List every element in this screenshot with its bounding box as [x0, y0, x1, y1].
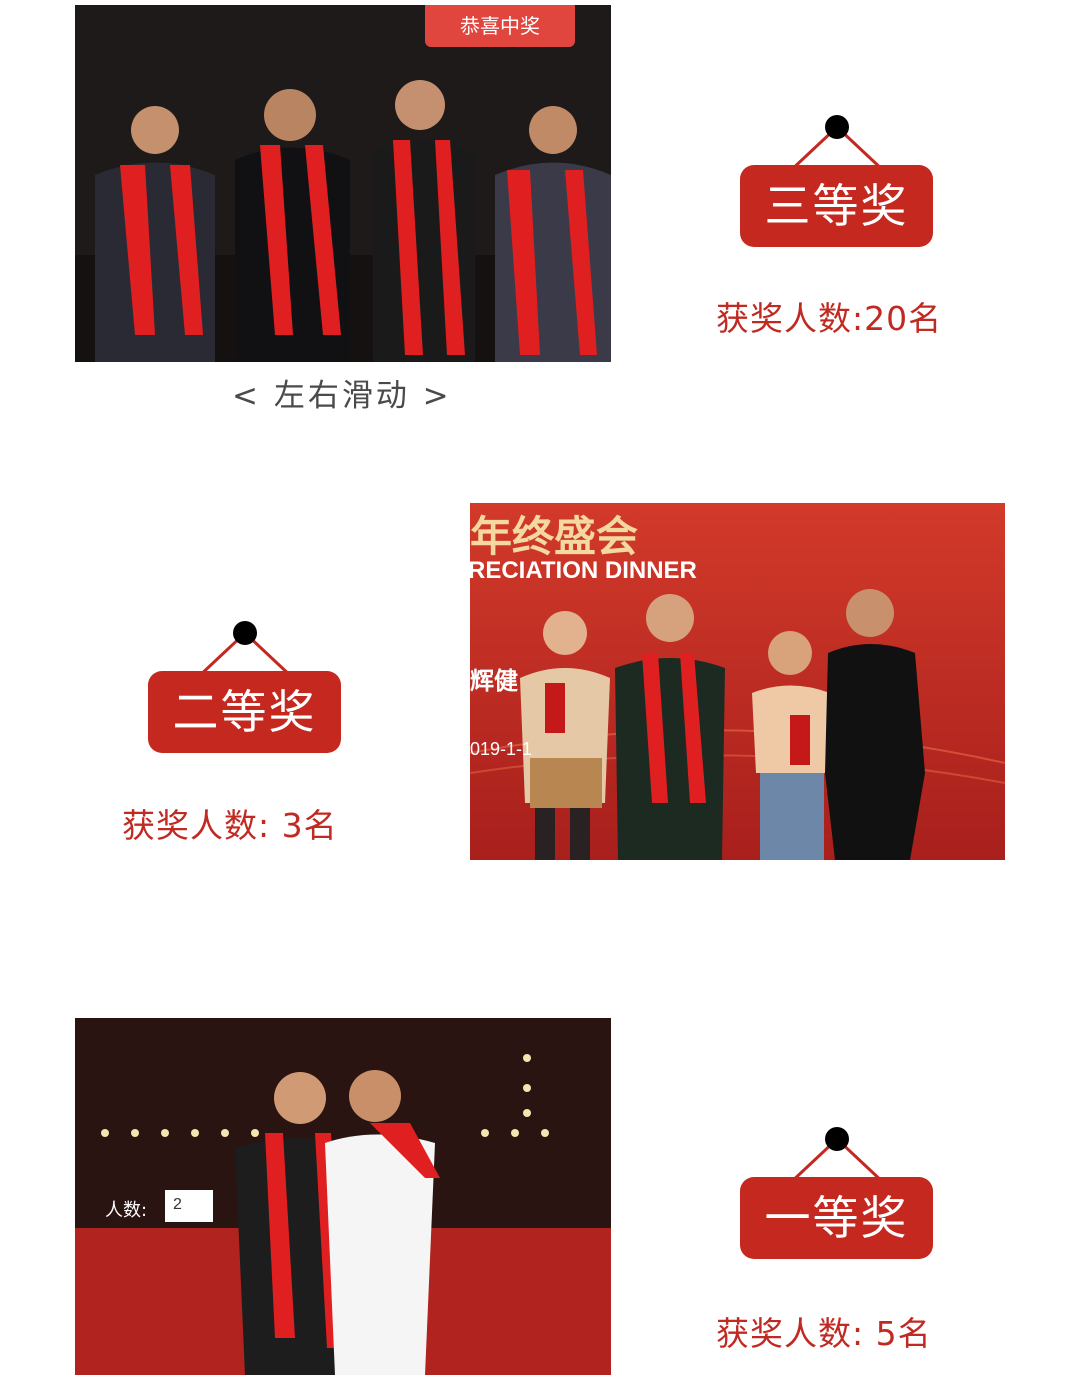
- hook-dot: [825, 115, 849, 139]
- people-count-label: 人数:: [105, 1200, 148, 1221]
- prize-count-second: 获奖人数: 3名: [122, 806, 338, 845]
- hook-dot: [825, 1127, 849, 1151]
- prize-plaque-first: 一等奖: [740, 1127, 940, 1267]
- prize-count-first: 获奖人数: 5名: [716, 1314, 932, 1353]
- stage-photo-lights: [75, 1018, 611, 1375]
- banner-date: 019-1-1: [470, 739, 533, 759]
- banner-side-text: 辉健: [470, 668, 518, 695]
- stage-photo-dark: [75, 5, 611, 362]
- prize-plaque-second: 二等奖: [148, 621, 348, 761]
- banner-subtitle: RECIATION DINNER: [470, 557, 697, 584]
- banner-title: 年终盛会: [470, 513, 639, 560]
- prize-plaque-third: 三等奖: [740, 115, 940, 255]
- hook-dot: [233, 621, 257, 645]
- prize-title: 三等奖: [740, 165, 933, 247]
- winners-photo-second-prize[interactable]: 年终盛会 RECIATION DINNER 辉健 019-1-1: [470, 503, 1005, 860]
- swipe-hint[interactable]: < 左右滑动 >: [232, 370, 452, 415]
- prize-count-third: 获奖人数:20名: [716, 299, 943, 338]
- congrats-overlay-button: 恭喜中奖: [425, 5, 575, 47]
- winners-photo-third-prize[interactable]: 恭喜中奖: [75, 5, 611, 362]
- people-count-field: 2: [165, 1190, 213, 1222]
- winners-photo-first-prize[interactable]: 人数: 2: [75, 1018, 611, 1375]
- prize-title: 一等奖: [740, 1177, 933, 1259]
- prize-title: 二等奖: [148, 671, 341, 753]
